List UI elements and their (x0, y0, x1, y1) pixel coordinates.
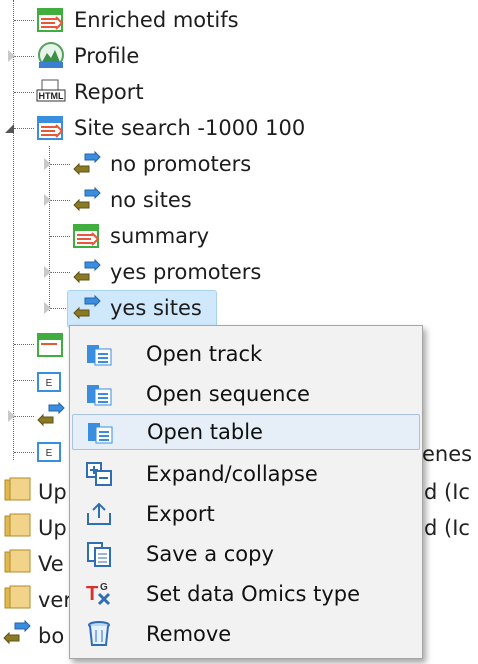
menu-item-expand-collapse[interactable]: Expand/collapse (72, 456, 418, 492)
track-icon (36, 400, 66, 430)
menu-item-label: Open table (147, 420, 263, 444)
svg-text:E: E (46, 448, 53, 459)
tree-line (14, 416, 34, 417)
html-icon: HTML (36, 77, 66, 107)
tree-node-label: no sites (110, 188, 192, 212)
tree-node-site-search[interactable]: Site search -1000 100 (36, 110, 305, 146)
folder-icon (2, 546, 32, 576)
tree-line (50, 308, 68, 309)
truncated-node-text: d (Ic (424, 516, 470, 540)
svg-text:E: E (46, 378, 53, 389)
tree-node-label: Profile (74, 44, 140, 68)
tree-node-report[interactable]: HTML Report (36, 74, 144, 110)
tree-node-label: yes sites (110, 296, 202, 320)
table-icon (36, 5, 66, 35)
open-track-icon (84, 339, 114, 369)
menu-item-label: Expand/collapse (146, 462, 318, 486)
tree-line (14, 128, 34, 129)
track-icon (72, 293, 102, 323)
folder-icon (2, 510, 32, 540)
menu-item-label: Save a copy (146, 542, 274, 566)
export-icon (84, 499, 114, 529)
tree-line (50, 236, 70, 237)
tree-line (14, 56, 34, 57)
track-icon (72, 257, 102, 287)
expand-toggle-icon[interactable] (44, 266, 51, 278)
tree-line (49, 146, 50, 311)
tree-node-label: Site search -1000 100 (74, 116, 306, 140)
menu-item-open-track[interactable]: Open track (72, 336, 418, 372)
truncated-node-text: enes (422, 442, 473, 466)
menu-item-label: Open track (146, 342, 263, 366)
tree-node-label: no promoters (110, 152, 252, 176)
tree-node-profile[interactable]: Profile (36, 38, 139, 74)
folder-icon (2, 474, 32, 504)
tree-node-no-sites[interactable]: no sites (72, 182, 192, 218)
tree-node-label: yes promoters (110, 260, 262, 284)
truncated-node-text: Up (38, 516, 67, 540)
tree-line (14, 92, 34, 93)
truncated-node-text: d (Ic (424, 480, 470, 504)
menu-item-remove[interactable]: Remove (72, 616, 418, 652)
tree-node-yes-sites[interactable]: yes sites (72, 290, 202, 326)
tree-node-yes-promoters[interactable]: yes promoters (72, 254, 261, 290)
folder-icon (2, 582, 32, 612)
omics-type-icon: E (36, 366, 66, 396)
tree-line (50, 164, 70, 165)
expand-toggle-icon[interactable] (44, 302, 51, 314)
menu-item-set-omics-type[interactable]: TG Set data Omics type (72, 576, 418, 612)
expand-toggle-icon[interactable] (8, 410, 15, 422)
tree-node-label: Report (74, 80, 144, 104)
svg-text:G: G (100, 582, 108, 593)
expand-collapse-icon (84, 459, 114, 489)
tree-line (50, 272, 70, 273)
omics-type-icon: TG (84, 579, 114, 609)
truncated-node-text: ver (38, 588, 72, 612)
tree-node-label: Enriched motifs (74, 8, 239, 32)
tree-line (13, 0, 14, 460)
truncated-node-text: Ve (38, 552, 64, 576)
table-icon (72, 221, 102, 251)
track-icon (2, 618, 32, 648)
menu-item-export[interactable]: Export (72, 496, 418, 532)
menu-item-label: Export (146, 502, 215, 526)
expand-toggle-icon[interactable] (44, 158, 51, 170)
collapse-toggle-icon[interactable] (5, 124, 14, 133)
trash-icon (84, 619, 114, 649)
truncated-node-text: Up (38, 480, 67, 504)
omics-type-icon: E (36, 436, 66, 466)
expand-toggle-icon[interactable] (44, 194, 51, 206)
tree-line (14, 452, 34, 453)
svg-text:T: T (86, 583, 98, 605)
open-sequence-icon (84, 379, 114, 409)
tree-node-label: summary (110, 224, 210, 248)
tree-line (14, 344, 34, 345)
tree-node-no-promoters[interactable]: no promoters (72, 146, 251, 182)
table-icon (36, 330, 66, 360)
tree-node-summary[interactable]: summary (72, 218, 209, 254)
context-menu: Open track Open sequence Open table Expa… (69, 325, 423, 659)
svg-text:HTML: HTML (39, 91, 64, 101)
tree-line (50, 200, 70, 201)
menu-item-save-copy[interactable]: Save a copy (72, 536, 418, 572)
track-icon (72, 149, 102, 179)
expand-toggle-icon[interactable] (8, 50, 15, 62)
open-table-icon (85, 417, 115, 447)
tree-line (14, 380, 34, 381)
table-icon (36, 113, 66, 143)
menu-item-open-table[interactable]: Open table (72, 414, 420, 450)
tree-node-enriched-motifs[interactable]: Enriched motifs (36, 2, 239, 38)
truncated-node-text: bo (38, 624, 65, 648)
profile-icon (36, 41, 66, 71)
menu-item-label: Remove (146, 622, 232, 646)
track-icon (72, 185, 102, 215)
tree-line (14, 20, 34, 21)
menu-item-label: Set data Omics type (146, 582, 361, 606)
save-copy-icon (84, 539, 114, 569)
menu-item-open-sequence[interactable]: Open sequence (72, 376, 418, 412)
menu-item-label: Open sequence (146, 382, 310, 406)
